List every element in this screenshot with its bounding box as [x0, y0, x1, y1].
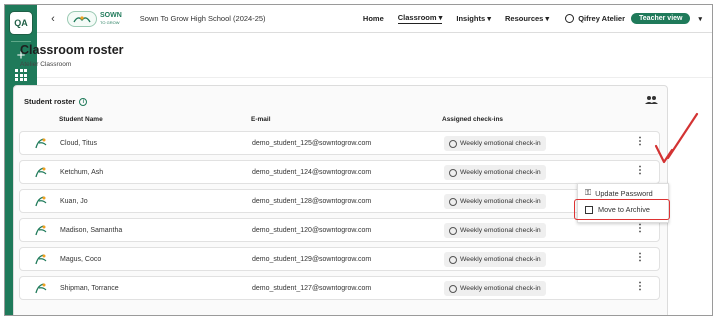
checkin-label: Weekly emotional check-in — [460, 198, 541, 205]
header-divider — [37, 77, 712, 78]
page-subtitle: Atelier Classroom — [20, 61, 72, 68]
student-name[interactable]: Madison, Samantha — [60, 227, 122, 234]
student-avatar-icon — [34, 253, 48, 266]
main-nav: Home Classroom ▾ Insights ▾ Resources ▾ — [363, 13, 549, 24]
checkin-label: Weekly emotional check-in — [460, 285, 541, 292]
student-avatar-icon — [34, 166, 48, 179]
table-row: Shipman, Torrance demo_student_127@sownto… — [19, 276, 660, 300]
student-roster-card: Student roster i Student Name E-mail Ass… — [13, 85, 668, 315]
user-icon — [565, 14, 575, 23]
grid-icon[interactable] — [15, 69, 27, 81]
student-email: demo_student_124@sowntogrow.com — [252, 169, 372, 176]
nav-classroom[interactable]: Classroom ▾ — [397, 13, 443, 24]
school-name: Sown To Grow High School (2024-25) — [139, 14, 266, 23]
checkin-chip[interactable]: Weekly emotional check-in — [444, 165, 546, 180]
app-window: QA + ‹ SOWN TO GROW Sown To Grow High Sc… — [4, 4, 713, 316]
student-avatar-icon — [34, 137, 48, 150]
checkin-chip[interactable]: Weekly emotional check-in — [444, 252, 546, 267]
table-row: Magus, Coco demo_student_129@sowntogrow.c… — [19, 247, 660, 271]
user-name: Qifrey Atelier — [578, 14, 626, 23]
top-bar: ‹ SOWN TO GROW Sown To Grow High School … — [37, 5, 712, 33]
student-email: demo_student_127@sowntogrow.com — [252, 285, 372, 292]
move-to-archive-item[interactable]: Move to Archive — [574, 199, 670, 220]
user-menu[interactable]: Qifrey Atelier Teacher view ▾ — [565, 13, 712, 24]
table-row: Kuan, Jo demo_student_128@sowntogrow.com W… — [19, 189, 660, 213]
logo-text: SOWN TO GROW — [100, 12, 122, 26]
chevron-down-icon[interactable]: ▾ — [698, 15, 702, 23]
student-name[interactable]: Ketchum, Ash — [60, 169, 103, 176]
table-row: Madison, Samantha demo_student_120@sownto… — [19, 218, 660, 242]
sown-to-grow-logo[interactable]: SOWN TO GROW — [67, 10, 122, 27]
checkin-chip[interactable]: Weekly emotional check-in — [444, 223, 546, 238]
kebab-menu-icon[interactable]: ⋮ — [635, 252, 645, 263]
nav-home[interactable]: Home — [363, 14, 384, 23]
update-password-label: Update Password — [595, 188, 653, 198]
workspace-badge[interactable]: QA — [9, 11, 33, 35]
col-student-name: Student Name — [59, 116, 103, 123]
student-name[interactable]: Kuan, Jo — [60, 198, 88, 205]
smile-icon — [449, 284, 457, 293]
checkin-label: Weekly emotional check-in — [460, 227, 541, 234]
smile-icon — [449, 226, 457, 235]
update-password-item[interactable]: ⚿ Update Password — [585, 188, 653, 198]
student-email: demo_student_125@sowntogrow.com — [252, 140, 372, 147]
logo-sub: TO GROW — [100, 19, 120, 25]
checkin-label: Weekly emotional check-in — [460, 169, 541, 176]
logo-main: SOWN — [100, 11, 122, 19]
table-row: Ketchum, Ash demo_student_124@sowntogrow.… — [19, 160, 660, 184]
checkin-chip[interactable]: Weekly emotional check-in — [444, 281, 546, 296]
info-icon[interactable]: i — [79, 97, 88, 106]
page-title: Classroom roster — [20, 43, 124, 57]
checkin-label: Weekly emotional check-in — [460, 140, 541, 147]
smile-icon — [449, 168, 457, 177]
student-name[interactable]: Magus, Coco — [60, 256, 101, 263]
kebab-menu-icon[interactable]: ⋮ — [635, 165, 645, 176]
student-avatar-icon — [34, 195, 48, 208]
kebab-menu-icon[interactable]: ⋮ — [635, 136, 645, 147]
key-icon: ⚿ — [585, 188, 592, 197]
kebab-menu-icon[interactable]: ⋮ — [635, 281, 645, 292]
nav-insights[interactable]: Insights ▾ — [456, 14, 491, 23]
col-email: E-mail — [251, 116, 271, 123]
student-email: demo_student_128@sowntogrow.com — [252, 198, 372, 205]
back-icon[interactable]: ‹ — [43, 13, 63, 25]
logo-mark-icon — [67, 10, 97, 27]
student-email: demo_student_129@sowntogrow.com — [252, 256, 372, 263]
row-actions-menu: ⚿ Update Password Move to Archive — [574, 183, 670, 223]
student-name[interactable]: Cloud, Titus — [60, 140, 97, 147]
roster-title: Student roster i — [24, 97, 88, 106]
table-row: Cloud, Titus demo_student_125@sowntogrow.… — [19, 131, 660, 155]
col-assigned-checkins: Assigned check-ins — [442, 116, 504, 123]
checkin-chip[interactable]: Weekly emotional check-in — [444, 194, 546, 209]
smile-icon — [449, 255, 457, 264]
smile-icon — [449, 197, 457, 206]
student-email: demo_student_120@sowntogrow.com — [252, 227, 372, 234]
rail-divider — [11, 41, 31, 42]
student-name[interactable]: Shipman, Torrance — [60, 285, 119, 292]
student-avatar-icon — [34, 224, 48, 237]
move-to-archive-label: Move to Archive — [598, 205, 650, 214]
add-students-icon[interactable] — [645, 95, 659, 107]
checkin-chip[interactable]: Weekly emotional check-in — [444, 136, 546, 151]
student-avatar-icon — [34, 282, 48, 295]
kebab-menu-icon[interactable]: ⋮ — [635, 223, 645, 234]
archive-icon — [585, 205, 593, 214]
checkin-label: Weekly emotional check-in — [460, 256, 541, 263]
teacher-view-button[interactable]: Teacher view — [631, 13, 691, 24]
roster-title-text: Student roster — [24, 97, 76, 106]
smile-icon — [449, 139, 457, 148]
nav-resources[interactable]: Resources ▾ — [505, 14, 549, 23]
